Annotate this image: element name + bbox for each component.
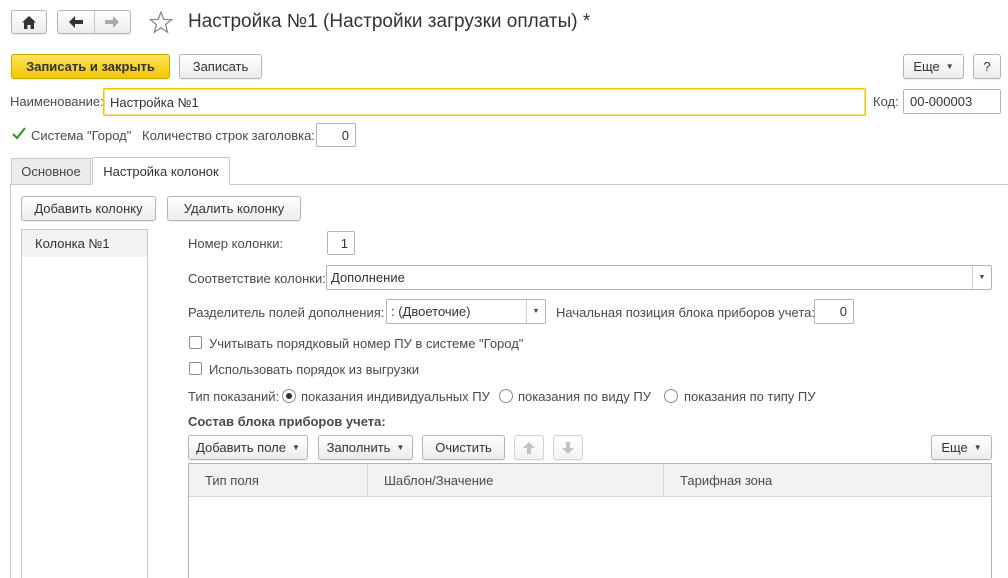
column-number-field[interactable]: 1: [327, 231, 355, 255]
radio-individual-label: показания индивидуальных ПУ: [301, 389, 490, 404]
home-button[interactable]: [11, 10, 47, 34]
more-button-top[interactable]: Еще ▼: [903, 54, 964, 79]
delete-column-button[interactable]: Удалить колонку: [167, 196, 301, 221]
table-header: Тип поля Шаблон/Значение Тарифная зона: [189, 464, 991, 497]
save-and-close-button[interactable]: Записать и закрыть: [11, 54, 170, 79]
arrow-down-icon: [562, 441, 574, 454]
name-label: Наименование:: [10, 94, 104, 109]
meter-table: Тип поля Шаблон/Значение Тарифная зона: [188, 463, 992, 578]
help-button[interactable]: ?: [973, 54, 1001, 79]
move-up-button[interactable]: [514, 435, 544, 460]
name-field[interactable]: Настройка №1: [103, 88, 866, 116]
system-checkbox-label: Система "Город": [31, 128, 132, 143]
caret-down-icon: ▼: [945, 62, 954, 71]
columns-list: [21, 229, 148, 578]
nav-buttons: [57, 10, 131, 34]
list-item[interactable]: Колонка №1: [22, 230, 147, 257]
code-label: Код:: [873, 94, 899, 109]
radio-by-type-label: показания по типу ПУ: [684, 389, 816, 404]
add-column-button[interactable]: Добавить колонку: [21, 196, 156, 221]
radio-by-type[interactable]: [664, 389, 678, 403]
system-checkbox[interactable]: [11, 126, 27, 142]
star-icon[interactable]: [148, 10, 174, 37]
arrow-up-icon: [523, 441, 535, 454]
header-rows-field[interactable]: 0: [316, 123, 356, 147]
readings-type-label: Тип показаний:: [188, 389, 280, 404]
separator-select[interactable]: : (Двоеточие) ▼: [386, 299, 546, 324]
tab-columns-settings[interactable]: Настройка колонок: [92, 157, 230, 185]
column-header-tariff-zone[interactable]: Тарифная зона: [664, 464, 991, 496]
radio-by-kind-label: показания по виду ПУ: [518, 389, 651, 404]
fill-button[interactable]: Заполнить ▼: [318, 435, 413, 460]
seq-number-checkbox[interactable]: [189, 336, 202, 349]
radio-by-kind[interactable]: [499, 389, 513, 403]
add-field-button[interactable]: Добавить поле ▼: [188, 435, 308, 460]
caret-down-icon: ▼: [396, 443, 405, 452]
move-down-button[interactable]: [553, 435, 583, 460]
column-header-template[interactable]: Шаблон/Значение: [368, 464, 664, 496]
use-order-label: Использовать порядок из выгрузки: [209, 362, 420, 377]
caret-down-icon: ▼: [291, 443, 300, 452]
page-title: Настройка №1 (Настройки загрузки оплаты)…: [188, 11, 591, 32]
start-position-field[interactable]: 0: [814, 299, 854, 324]
column-header-field-type[interactable]: Тип поля: [189, 464, 368, 496]
radio-individual[interactable]: [282, 389, 296, 403]
start-position-label: Начальная позиция блока приборов учета:: [556, 305, 816, 320]
header-rows-label: Количество строк заголовка:: [142, 128, 315, 143]
arrow-left-icon: [68, 16, 83, 28]
dropdown-arrow-icon[interactable]: ▼: [972, 266, 991, 289]
use-order-checkbox[interactable]: [189, 362, 202, 375]
column-mapping-label: Соответствие колонки:: [188, 271, 326, 286]
back-button[interactable]: [58, 11, 95, 33]
seq-number-label: Учитывать порядковый номер ПУ в системе …: [209, 336, 524, 351]
home-icon: [22, 15, 36, 29]
arrow-right-icon: [105, 16, 120, 28]
clear-button[interactable]: Очистить: [422, 435, 505, 460]
caret-down-icon: ▼: [973, 443, 982, 452]
dropdown-arrow-icon[interactable]: ▼: [526, 300, 545, 323]
code-field[interactable]: 00-000003: [903, 89, 1001, 114]
tab-main[interactable]: Основное: [11, 158, 91, 184]
forward-button[interactable]: [95, 11, 131, 33]
separator-label: Разделитель полей дополнения:: [188, 305, 385, 320]
more-button-table[interactable]: Еще ▼: [931, 435, 992, 460]
column-mapping-select[interactable]: Дополнение ▼: [326, 265, 992, 290]
meter-block-title: Состав блока приборов учета:: [188, 414, 386, 429]
save-button[interactable]: Записать: [179, 54, 262, 79]
column-number-label: Номер колонки:: [188, 236, 284, 251]
